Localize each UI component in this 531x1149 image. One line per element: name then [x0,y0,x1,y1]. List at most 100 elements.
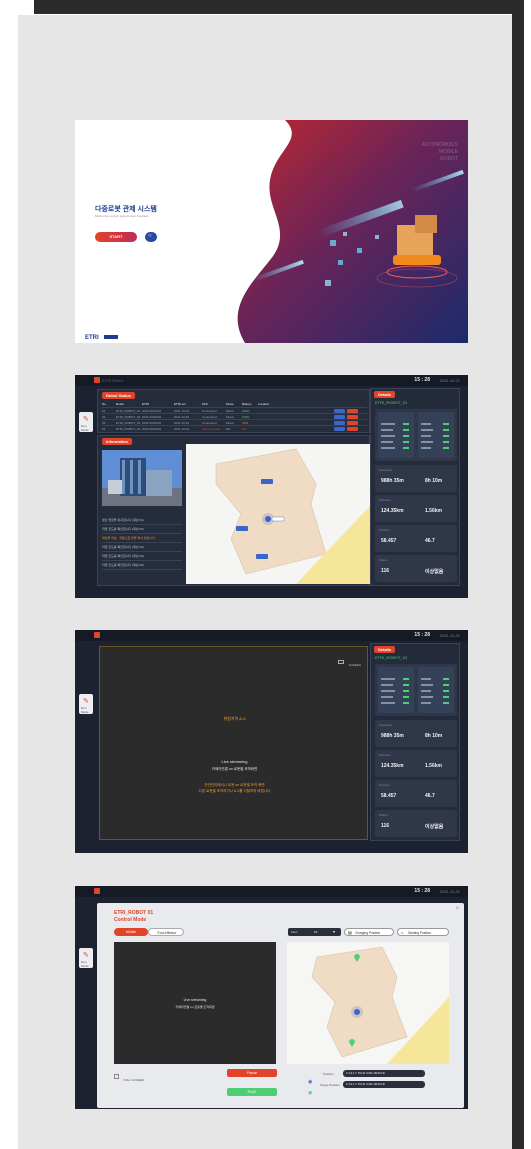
video-stream[interactable]: Live streaming 카메라연결 on 로봇별 조작화면 [114,942,276,1064]
column-header[interactable]: Robot [116,402,124,406]
charging-label: Charging Position [355,931,381,935]
column-header[interactable]: PAS [202,402,208,406]
robot-id: ETRI_ROBOT_01 [375,400,408,405]
start-button-label: START [109,234,123,239]
fullscreen-toggle[interactable]: FULL SCREEN [114,1068,144,1082]
list-item[interactable]: 작업 진도를 확인합니다 (대상 03) [102,543,182,552]
screen-button[interactable]: SCREEN [338,653,361,667]
warning-zone: 위험지역 A-3 [223,716,246,721]
run-mode-button[interactable]: ✎ Run Mode [79,948,93,968]
slide-control-mode: 15 : 28 2021.10.21 ✎ Run Mode × ETRI_ROB… [75,886,468,1109]
date: 2021.10.21 [439,378,460,383]
row-detail-button[interactable] [334,427,345,431]
close-icon[interactable]: × [455,906,459,912]
list-item[interactable]: 작업 진도를 확인합니다 (대상 05) [102,561,182,570]
etri-logo-text: ETRI [85,335,99,341]
video-stream[interactable]: SCREEN 위험지역 A-3 Live streaming 카메라연결 on … [99,646,368,840]
intro-subtitle: Multi-robot control system user interfac… [95,214,149,218]
stat-label: Operation [379,723,393,727]
robot-name: ETRI_ROBOT 01 [114,910,154,916]
live-streaming-label: Live streaming [221,759,248,764]
intro-tagline: AUTONOMOUS MOBILE ROBOT [422,142,458,163]
details-panel: Details ETRI_ROBOT_01 Operation 988h 35m… [370,388,460,586]
stat-card: Operation 988h 35m 8h 10m [375,720,457,747]
information-tab[interactable]: Information [102,438,132,445]
robot-id: ETRI_ROBOT_01 [375,655,408,660]
run-mode-label: Run Mode [81,424,89,432]
stat-value-primary: 124.35km [381,763,404,769]
start-button[interactable]: START [95,232,137,242]
stat-card: Status 116 이상없음 [375,555,457,582]
pause-button[interactable]: Pause [227,1069,277,1077]
run-mode-label: Run Mode [81,960,89,968]
position-row: ◉ Position [308,1070,334,1085]
list-item[interactable]: 생산 현장을 유지합니다 (대상 01) [102,516,182,525]
search-button[interactable]: ○ [145,232,157,242]
position-label: Position [323,1072,334,1076]
starting-position-button[interactable]: ⌂ Starting Position [397,928,449,936]
pen-icon: ✎ [83,416,89,423]
list-item[interactable]: 작업 진도를 확인합니다 (대상 02) [102,525,182,534]
table-cell: Mix [226,427,231,431]
stat-card: Position 58.457 46.7 [375,780,457,807]
column-header[interactable]: Battery [242,402,252,406]
play-button[interactable]: PLAY [227,1088,277,1096]
row-control-button[interactable] [347,427,358,431]
run-mode-button[interactable]: ✎ Run Mode [79,412,93,432]
table-cell: 2021.10.20 [174,427,190,431]
play-label: PLAY [247,1090,257,1094]
etri-logo: ETRI [85,326,119,341]
floor-select[interactable]: Floor 1F ▾ [288,928,341,936]
slide-streaming: 15 : 28 2021.10.21 ✎ Run Mode SCREEN 위험지… [75,630,468,853]
column-header[interactable]: Location [258,402,269,406]
app-logo [94,888,100,894]
mode-title: Control Mode [114,917,147,923]
robot-status-panel: Robot Status No. Robot ETRI ETRI set PAS Mode… [97,389,370,433]
screen-label: SCREEN [348,663,361,667]
column-header[interactable]: ETRI [142,402,149,406]
tab-mobile[interactable]: Mobile [114,928,148,936]
floor-map[interactable] [186,444,372,584]
list-item[interactable]: 작업 진도를 확인합니다 (대상 04) [102,552,182,561]
table-cell: 2021/10/20/01 [142,427,162,431]
tagline-line-3: ROBOT [440,156,458,162]
stat-card: Distance 124.35km 1.56km [375,750,457,777]
frame-top-border [34,0,524,14]
table-row[interactable]: 04 ETRI_ROBOT_04 2021/10/20/01 2021.10.20 Di… [102,425,367,431]
tab-end-effector[interactable]: End-effector [148,928,184,936]
sensor-grid-values [378,667,454,713]
column-header[interactable]: Mode [226,402,234,406]
stat-label: Operation [379,468,393,472]
slide-dashboard: ETRI Robot 15 : 28 2021.10.21 ✎ Run Mode… [75,375,468,598]
table-cell: 04 [102,427,106,431]
details-tab[interactable]: Details [374,646,396,653]
robot-status-tab[interactable]: Robot Status [102,392,135,399]
details-tab[interactable]: Details [374,391,396,398]
control-modal: × ETRI_ROBOT 01 Control Mode Mobile End-… [97,903,464,1108]
column-header[interactable]: ETRI set [174,402,186,406]
stat-value-primary: 58.457 [381,538,397,544]
stat-value-secondary: 1.56km [425,763,442,769]
search-icon: ○ [148,233,152,239]
stat-card: Position 58.457 46.7 [375,525,457,552]
floor-map[interactable] [287,942,449,1064]
charging-position-button[interactable]: ▤ Charging Position [344,928,394,936]
starting-label: Starting Position [408,931,432,935]
home-icon: ⌂ [401,930,404,935]
pause-label: Pause [247,1071,257,1075]
charging-icon: ▤ [348,930,352,935]
app-brand: ETRI Robot [102,378,123,383]
run-mode-button[interactable]: ✎ Run Mode [79,694,93,714]
details-panel: Details ETRI_ROBOT_01 Operation 988h 35m… [370,643,460,841]
date: 2021.10.21 [439,633,460,638]
top-bar: ETRI Robot 15 : 28 2021.10.21 [75,375,468,386]
column-header[interactable]: No. [102,402,107,406]
sensor-grid [375,664,457,716]
intro-title: 다중로봇 관제 시스템 [95,206,157,213]
list-item[interactable]: 대상을 지날 - 자동으로 불을 켜서 닫습니다 [102,534,182,543]
etri-logo-mark [104,335,119,339]
clock: 15 : 28 [414,632,430,638]
sensor-grid-values [378,412,454,458]
app-logo [94,632,100,638]
stat-label: Position [379,528,390,532]
